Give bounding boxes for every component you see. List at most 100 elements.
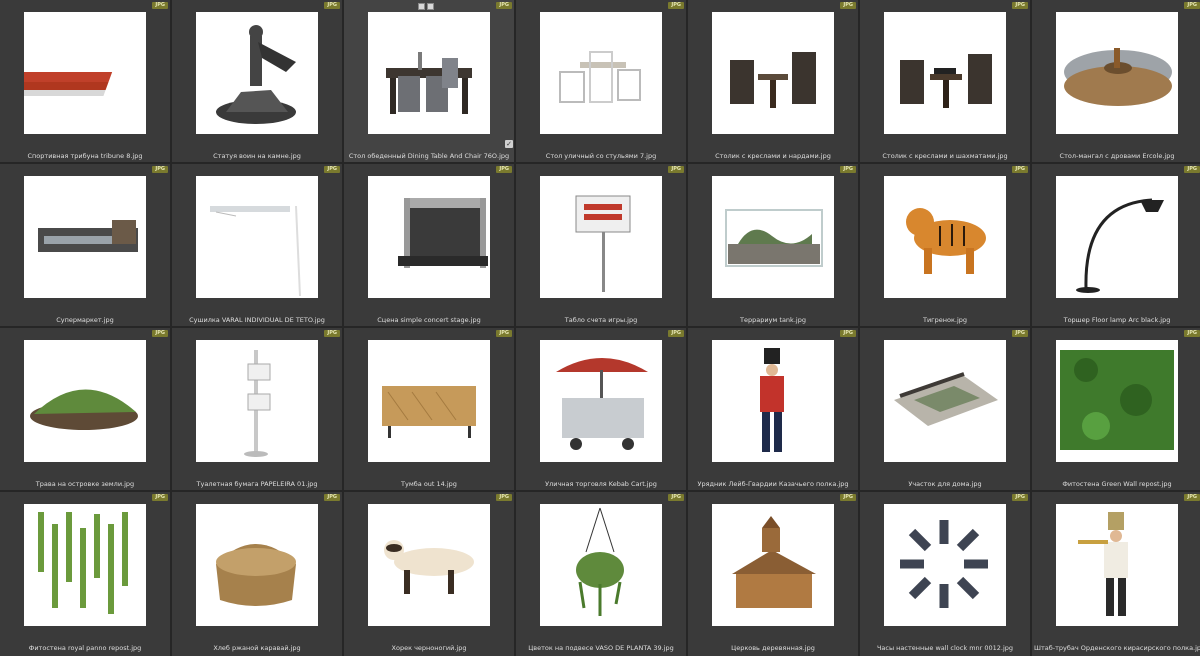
file-type-badge: JPG <box>1012 494 1028 501</box>
thumbnail-cell-3[interactable]: JPG Стол обеденный Dining Table And Chai… <box>344 0 514 162</box>
thumbnail-cell-7[interactable]: JPG Стол-мангал с дровами Ercole.jpg <box>1032 0 1200 162</box>
thumbnail-image[interactable] <box>540 176 662 298</box>
file-name-label: Цветок на подвесе VASO DE PLANTA 39.jpg <box>528 644 674 652</box>
file-name-label: Урядник Лейб-Гвардии Казачьего полка.jpg <box>697 480 849 488</box>
file-type-badge: JPG <box>496 2 512 9</box>
file-type-badge: JPG <box>152 166 168 173</box>
thumbnail-image[interactable] <box>368 504 490 626</box>
thumbnail-image[interactable] <box>712 504 834 626</box>
file-name-label: Участок для дома.jpg <box>908 480 982 488</box>
thumbnail-cell-12[interactable]: JPG Террариум tank.jpg <box>688 164 858 326</box>
thumbnail-cell-22[interactable]: JPG Фитостена royal panno repost.jpg <box>0 492 170 656</box>
file-type-badge: JPG <box>668 166 684 173</box>
trumpeter-icon <box>1078 512 1128 616</box>
thumbnail-image[interactable] <box>368 12 490 134</box>
file-name-label: Тумба out 14.jpg <box>401 480 457 488</box>
thumbnail-cell-15[interactable]: JPG Трава на островке земли.jpg <box>0 328 170 490</box>
thumbnail-image[interactable] <box>540 12 662 134</box>
thumbnail-cell-26[interactable]: JPG Церковь деревянная.jpg <box>688 492 858 656</box>
thumbnail-image[interactable] <box>540 504 662 626</box>
fire-table-icon <box>1064 48 1172 106</box>
statue-icon <box>216 25 296 124</box>
file-type-badge: JPG <box>840 330 856 337</box>
thumbnail-image[interactable] <box>368 176 490 298</box>
file-type-badge: JPG <box>1184 166 1200 173</box>
thumbnail-cell-27[interactable]: JPG Часы настенные wall clock mnr 0012.j… <box>860 492 1030 656</box>
thumbnail-image[interactable] <box>712 340 834 462</box>
thumbnail-image[interactable] <box>24 176 146 298</box>
thumbnail-cell-5[interactable]: JPG Столик с креслами и нардами.jpg <box>688 0 858 162</box>
file-type-badge: JPG <box>496 330 512 337</box>
checkmark-icon[interactable]: ✓ <box>505 140 513 148</box>
file-type-badge: JPG <box>668 494 684 501</box>
outdoor-table-icon <box>559 51 641 103</box>
thumbnail-image[interactable] <box>884 176 1006 298</box>
thumbnail-cell-18[interactable]: JPG Уличная торговля Kebab Cart.jpg <box>516 328 686 490</box>
scoreboard-icon <box>575 195 631 292</box>
file-name-label: Столик с креслами и нардами.jpg <box>715 152 831 160</box>
thumbnail-image[interactable] <box>196 176 318 298</box>
dining-table-icon <box>386 52 472 114</box>
thumbnail-image[interactable] <box>884 340 1006 462</box>
file-type-badge: JPG <box>668 2 684 9</box>
thumbnail-cell-17[interactable]: JPG Тумба out 14.jpg <box>344 328 514 490</box>
file-name-label: Туалетная бумага PAPELEIRA 01.jpg <box>196 480 318 488</box>
thumbnail-image[interactable] <box>24 504 146 626</box>
land-plot-icon <box>894 372 998 426</box>
thumbnail-cell-23[interactable]: JPG Хлеб ржаной каравай.jpg <box>172 492 342 656</box>
thumbnail-image[interactable] <box>1056 176 1178 298</box>
thumbnail-cell-20[interactable]: JPG Участок для дома.jpg <box>860 328 1030 490</box>
file-name-label: Трава на островке земли.jpg <box>35 480 135 488</box>
file-type-badge: JPG <box>1012 2 1028 9</box>
thumbnail-image[interactable] <box>1056 12 1178 134</box>
file-name-label: Супермаркет.jpg <box>56 316 114 324</box>
edit-tool-icon[interactable] <box>427 3 434 10</box>
thumbnail-cell-25[interactable]: JPG Цветок на подвесе VASO DE PLANTA 39.… <box>516 492 686 656</box>
thumbnail-cell-6[interactable]: JPG Столик с креслами и шахматами.jpg <box>860 0 1030 162</box>
thumbnail-cell-1[interactable]: JPG Спортивная трибуна tribune 8.jpg <box>0 0 170 162</box>
thumbnail-image[interactable] <box>712 12 834 134</box>
thumbnail-image[interactable] <box>196 340 318 462</box>
green-wall-icon <box>1060 350 1174 450</box>
thumbnail-cell-16[interactable]: JPG Туалетная бумага PAPELEIRA 01.jpg <box>172 328 342 490</box>
thumbnail-cell-21[interactable]: JPG Фитостена Green Wall repost.jpg <box>1032 328 1200 490</box>
thumbnail-image[interactable] <box>368 340 490 462</box>
thumbnail-cell-11[interactable]: JPG Табло счета игры.jpg <box>516 164 686 326</box>
thumbnail-image[interactable] <box>196 504 318 626</box>
thumbnail-cell-4[interactable]: JPG Стол уличный со стульями 7.jpg <box>516 0 686 162</box>
file-type-badge: JPG <box>324 330 340 337</box>
file-type-badge: JPG <box>668 330 684 337</box>
file-name-label: Стол обеденный Dining Table And Chair 76… <box>348 152 510 160</box>
thumbnail-image[interactable] <box>884 12 1006 134</box>
thumbnail-cell-9[interactable]: JPG Сушилка VARAL INDIVIDUAL DE TETO.jpg <box>172 164 342 326</box>
thumbnail-cell-28[interactable]: JPG Штаб-трубач Орденского кирасирского … <box>1032 492 1200 656</box>
file-name-label: Хлеб ржаной каравай.jpg <box>213 644 301 652</box>
thumbnail-image[interactable] <box>1056 340 1178 462</box>
file-name-label: Стол уличный со стульями 7.jpg <box>545 152 657 160</box>
tiger-cub-icon <box>906 208 986 274</box>
thumbnail-image[interactable] <box>884 504 1006 626</box>
thumbnail-image[interactable] <box>24 12 146 134</box>
thumbnail-image[interactable] <box>24 340 146 462</box>
square-tool-icon[interactable] <box>418 3 425 10</box>
file-type-badge: JPG <box>152 2 168 9</box>
thumbnail-cell-19[interactable]: JPG Урядник Лейб-Гвардии Казачьего полка… <box>688 328 858 490</box>
file-name-label: Церковь деревянная.jpg <box>731 644 815 652</box>
thumbnail-cell-8[interactable]: JPG Супермаркет.jpg <box>0 164 170 326</box>
floor-lamp-icon <box>1076 198 1164 293</box>
thumbnail-cell-10[interactable]: JPG Сцена simple concert stage.jpg <box>344 164 514 326</box>
thumbnail-cell-2[interactable]: JPG Статуя воин на камне.jpg <box>172 0 342 162</box>
guard-soldier-icon <box>760 348 784 452</box>
file-type-badge: JPG <box>840 166 856 173</box>
thumbnail-image[interactable] <box>540 340 662 462</box>
file-type-badge: JPG <box>1012 166 1028 173</box>
thumbnail-cell-14[interactable]: JPG Торшер Floor lamp Arc black.jpg <box>1032 164 1200 326</box>
thumbnail-cell-24[interactable]: JPG Хорек черноногий.jpg <box>344 492 514 656</box>
file-type-badge: JPG <box>840 494 856 501</box>
thumbnail-image[interactable] <box>196 12 318 134</box>
hanging-plant-icon <box>576 507 624 616</box>
thumbnail-cell-13[interactable]: JPG Тигренок.jpg <box>860 164 1030 326</box>
kebab-cart-icon <box>556 358 648 450</box>
thumbnail-image[interactable] <box>712 176 834 298</box>
thumbnail-image[interactable] <box>1056 504 1178 626</box>
